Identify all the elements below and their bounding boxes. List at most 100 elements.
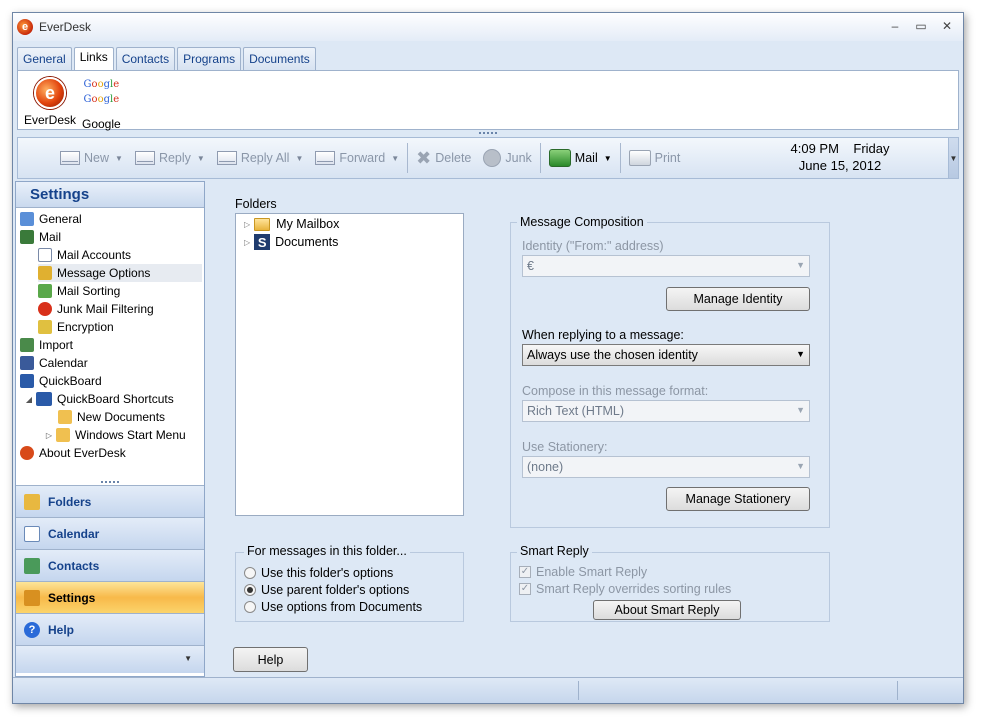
mail-toolbar: New ▼ Reply ▼ Reply All ▼ Forward ▼ ✖ De… [17, 137, 959, 179]
identity-select[interactable]: € ▼ [522, 255, 810, 277]
tree-item-windows-start-menu[interactable]: ▷ Windows Start Menu [44, 426, 202, 444]
printer-icon [628, 150, 651, 166]
quickboard-shortcuts-icon [36, 392, 52, 406]
link-label: Google [82, 117, 121, 131]
reply-button[interactable]: Reply ▼ [129, 143, 211, 173]
nav-settings-button[interactable]: Settings [16, 581, 204, 613]
folder-icon [254, 217, 271, 231]
message-format-select[interactable]: Rich Text (HTML) ▼ [522, 400, 810, 422]
clock-time: 4:09 PM [790, 141, 839, 156]
status-segment [897, 681, 898, 700]
link-everdesk[interactable]: e EverDesk [24, 77, 76, 127]
everdesk-window: e EverDesk – ▭ ✕ General Links Contacts … [12, 12, 964, 704]
stationery-select[interactable]: (none) ▼ [522, 456, 810, 478]
import-icon [20, 338, 34, 352]
close-button[interactable]: ✕ [935, 17, 959, 35]
message-options-icon [38, 266, 52, 280]
junk-button[interactable]: Junk [477, 143, 537, 173]
new-button[interactable]: New ▼ [54, 143, 129, 173]
delete-button[interactable]: ✖ Delete [410, 143, 477, 173]
smart-reply-overrides-checkbox[interactable]: ✓ Smart Reply overrides sorting rules [519, 580, 731, 597]
tree-item-mail-sorting[interactable]: Mail Sorting [38, 282, 202, 300]
nav-contacts-button[interactable]: Contacts [16, 549, 204, 581]
calendar-icon [20, 356, 34, 370]
settings-sidebar: Settings General Mail Mail Accounts Mess… [15, 181, 205, 677]
splitter-grip[interactable] [479, 132, 497, 136]
nav-calendar-button[interactable]: Calendar [16, 517, 204, 549]
tree-item-about-everdesk[interactable]: About EverDesk [20, 444, 202, 462]
tab-contacts[interactable]: Contacts [115, 47, 176, 71]
link-google[interactable]: Google Google Google [82, 77, 121, 131]
minimize-button[interactable]: – [883, 17, 907, 35]
reply-identity-select[interactable]: Always use the chosen identity ▼ [522, 344, 810, 366]
window-title: EverDesk [39, 20, 92, 34]
folders-tree[interactable]: ▷ My Mailbox ▷ S Documents [235, 213, 464, 516]
maximize-button[interactable]: ▭ [909, 17, 933, 35]
link-label: EverDesk [24, 113, 77, 127]
google-logo-icon: Google Google [83, 79, 120, 105]
folder-documents[interactable]: ▷ S Documents [244, 233, 338, 251]
tree-item-quickboard-shortcuts[interactable]: ◢ QuickBoard Shortcuts [24, 390, 202, 408]
radio-use-this-folder[interactable]: Use this folder's options [244, 564, 393, 581]
tree-item-import[interactable]: Import [20, 336, 202, 354]
radio-use-parent-folder[interactable]: Use parent folder's options [244, 581, 409, 598]
mail-sorting-icon [38, 284, 52, 298]
nav-help-button[interactable]: ? Help [16, 613, 204, 645]
tab-programs[interactable]: Programs [177, 47, 242, 71]
tree-item-new-documents[interactable]: New Documents [58, 408, 202, 426]
chevron-down-icon: ▼ [949, 153, 958, 163]
tree-item-message-options[interactable]: Message Options [38, 264, 202, 282]
tab-general[interactable]: General [17, 47, 72, 71]
forward-icon [315, 151, 336, 165]
lock-icon [38, 320, 52, 334]
forward-button[interactable]: Forward ▼ [309, 143, 405, 173]
tree-item-junk-mail-filtering[interactable]: Junk Mail Filtering [38, 300, 202, 318]
about-smart-reply-button[interactable]: About Smart Reply [593, 600, 741, 620]
toolbar-separator [619, 143, 621, 173]
chevron-down-icon[interactable]: ▼ [604, 154, 612, 163]
expand-arrow-icon[interactable]: ▷ [44, 431, 54, 440]
tree-item-mail-accounts[interactable]: Mail Accounts [38, 246, 202, 264]
tab-documents[interactable]: Documents [243, 47, 316, 71]
tree-item-encryption[interactable]: Encryption [38, 318, 202, 336]
nav-folders-button[interactable]: Folders [16, 485, 204, 517]
tree-item-general[interactable]: General [20, 210, 202, 228]
everdesk-app-icon [20, 446, 34, 460]
links-panel: e EverDesk Google Google Google [17, 70, 959, 131]
nav-configure-button[interactable]: ▼ [16, 645, 204, 673]
tree-item-quickboard[interactable]: QuickBoard [20, 372, 202, 390]
sidebar-splitter-grip[interactable] [101, 481, 119, 483]
enable-smart-reply-checkbox[interactable]: ✓ Enable Smart Reply [519, 563, 647, 580]
message-composition-title: Message Composition [517, 215, 647, 229]
settings-tree: General Mail Mail Accounts Message Optio… [16, 208, 204, 478]
folder-my-mailbox[interactable]: ▷ My Mailbox [244, 215, 339, 233]
chevron-down-icon[interactable]: ▼ [295, 154, 303, 163]
folder-icon [56, 428, 70, 442]
chevron-down-icon[interactable]: ▼ [391, 154, 399, 163]
identity-label: Identity ("From:" address) [522, 239, 664, 253]
everdesk-logo-icon: e [34, 77, 66, 109]
junk-filter-icon [38, 302, 52, 316]
reply-label: When replying to a message: [522, 328, 684, 342]
tree-item-calendar[interactable]: Calendar [20, 354, 202, 372]
manage-stationery-button[interactable]: Manage Stationery [666, 487, 810, 511]
mail-button[interactable]: Mail ▼ [543, 143, 618, 173]
title-bar: e EverDesk – ▭ ✕ [13, 13, 963, 41]
collapse-arrow-icon[interactable]: ◢ [24, 395, 34, 404]
manage-identity-button[interactable]: Manage Identity [666, 287, 810, 311]
send-receive-icon [548, 149, 571, 167]
chevron-down-icon[interactable]: ▼ [115, 154, 123, 163]
tree-item-mail[interactable]: Mail [20, 228, 202, 246]
general-settings-icon [20, 212, 34, 226]
quickboard-icon [20, 374, 34, 388]
chevron-down-icon[interactable]: ▼ [197, 154, 205, 163]
help-button[interactable]: Help [233, 647, 308, 672]
expand-arrow-icon[interactable]: ▷ [244, 238, 250, 247]
checkmark-icon: ✓ [519, 565, 531, 578]
radio-use-documents[interactable]: Use options from Documents [244, 598, 422, 615]
print-button[interactable]: Print [623, 143, 687, 173]
toolbar-overflow-button[interactable]: ▼ [948, 138, 958, 178]
reply-all-button[interactable]: Reply All ▼ [211, 143, 310, 173]
expand-arrow-icon[interactable]: ▷ [244, 220, 250, 229]
tab-links[interactable]: Links [73, 47, 114, 71]
